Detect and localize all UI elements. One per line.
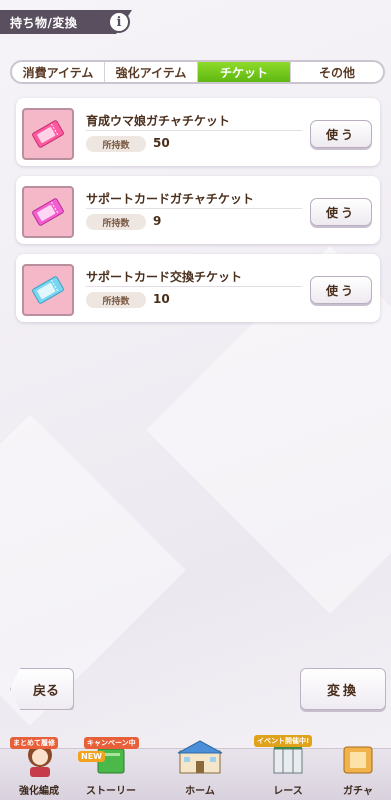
category-tabs: 消費アイテム 強化アイテム チケット その他 [10,60,385,84]
bottom-nav: まとめて履修 強化編成 キャンペーン中 NEW ストーリー ホーム イベント開催… [0,735,391,800]
race-gate-icon [273,745,303,774]
divider [86,130,302,131]
nav-label: レース [273,786,303,797]
nav-badge: キャンペーン中 [84,737,139,749]
back-button[interactable]: 戻る [10,668,74,710]
tab-consumable-items[interactable]: 消費アイテム [12,62,105,82]
divider [86,286,302,287]
nav-label: ガチャ [343,786,373,797]
page-title: 持ち物/変換 [10,15,78,30]
new-badge: NEW [78,751,105,762]
info-icon[interactable]: i [108,11,130,33]
tab-enhancement-items[interactable]: 強化アイテム [105,62,198,82]
divider [86,208,302,209]
use-button[interactable]: 使う [310,276,372,304]
owned-count: 9 [153,214,162,228]
owned-count: 10 [153,292,170,306]
nav-enhance[interactable]: まとめて履修 強化編成 [2,737,76,800]
ticket-name: サポートカード交換チケット [86,270,243,284]
ticket-name: サポートカードガチャチケット [86,192,254,206]
owned-label: 所持数 [86,136,146,152]
home-building-icon [177,740,223,774]
ticket-blue-icon [22,264,74,316]
ticket-pink-icon [22,108,74,160]
owned-label: 所持数 [86,292,146,308]
nav-label: ストーリー [86,786,136,797]
nav-story[interactable]: キャンペーン中 NEW ストーリー [76,737,146,800]
tab-others[interactable]: その他 [291,62,383,82]
nav-race[interactable]: イベント開催中! レース [252,735,324,800]
nav-badge: まとめて履修 [10,737,58,749]
owned-count: 50 [153,136,170,150]
tab-tickets[interactable]: チケット [198,62,291,82]
use-button[interactable]: 使う [310,198,372,226]
nav-badge: イベント開催中! [254,735,313,747]
nav-gacha[interactable]: ガチャ [326,746,390,800]
list-item: サポートカード交換チケット 所持数 10 使う [16,254,380,322]
ticket-magenta-icon [22,186,74,238]
owned-label: 所持数 [86,214,146,230]
list-item: サポートカードガチャチケット 所持数 9 使う [16,176,380,244]
exchange-button[interactable]: 変換 [300,668,386,710]
nav-label: 強化編成 [19,786,59,797]
nav-home[interactable]: ホーム [150,740,250,800]
use-button[interactable]: 使う [310,120,372,148]
nav-label: ホーム [185,786,215,797]
gacha-gate-icon [343,746,373,774]
list-item: 育成ウマ娘ガチャチケット 所持数 50 使う [16,98,380,166]
ticket-name: 育成ウマ娘ガチャチケット [86,114,230,128]
